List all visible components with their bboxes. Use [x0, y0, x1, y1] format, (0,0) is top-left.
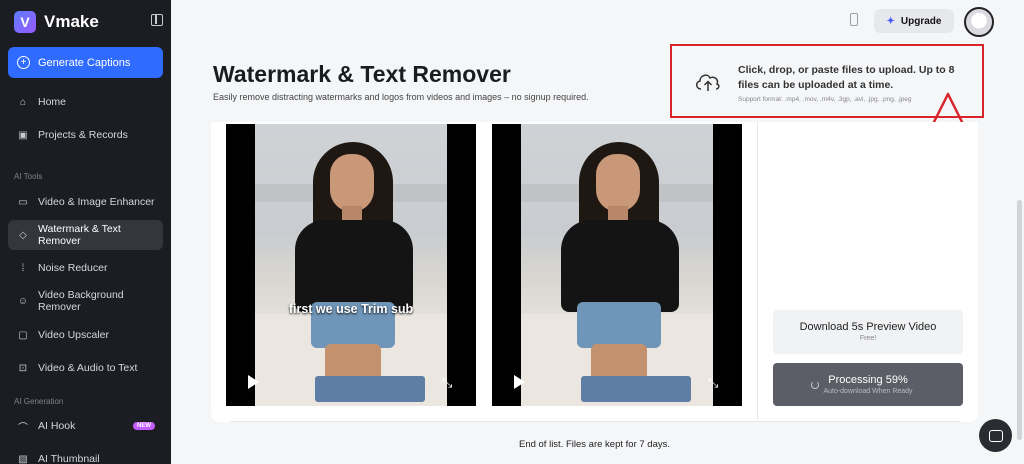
processing-label: Processing 59% — [828, 374, 908, 386]
footer-note: End of list. Files are kept for 7 days. — [518, 439, 670, 450]
card-divider — [757, 122, 758, 420]
video-frame — [521, 124, 713, 406]
generate-captions-button[interactable]: + Generate Captions — [8, 47, 163, 78]
upgrade-button[interactable]: ✦ Upgrade — [874, 9, 954, 33]
scrollbar[interactable] — [1017, 200, 1022, 440]
sidebar-item-noise-reducer[interactable]: ⁞ Noise Reducer — [8, 253, 163, 283]
cloud-upload-icon — [696, 74, 720, 91]
footer-divider — [230, 421, 960, 422]
sidebar-item-label: Watermark & Text Remover — [38, 223, 121, 247]
hd-icon: ▭ — [18, 196, 28, 208]
processing-sub: Auto-download When Ready — [823, 388, 913, 395]
sidebar-item-label: Video Upscaler — [38, 329, 110, 341]
generate-captions-label: Generate Captions — [38, 56, 131, 69]
chat-icon — [988, 429, 1003, 442]
fullscreen-icon[interactable]: ⤡ — [708, 376, 722, 390]
play-icon[interactable] — [514, 375, 525, 389]
download-preview-button[interactable]: Download 5s Preview Video Free! — [773, 310, 963, 354]
vmake-logo-icon: V — [14, 11, 36, 33]
page-subtitle: Easily remove distracting watermarks and… — [213, 92, 589, 102]
sidebar-item-upscaler[interactable]: ▢ Video Upscaler — [8, 320, 163, 350]
sidebar-item-label: Video & Image Enhancer — [38, 196, 155, 208]
sidebar-item-label: Home — [38, 96, 67, 108]
sidebar-item-label: Projects & Records — [38, 129, 128, 141]
video-caption-text: first we use Trim sub — [288, 302, 414, 316]
upgrade-label: Upgrade — [900, 15, 942, 27]
thumbnail-icon: ▧ — [18, 453, 28, 464]
upload-instructions: Click, drop, or paste files to upload. U… — [738, 64, 955, 91]
sidebar-toggle-icon[interactable] — [151, 14, 163, 26]
original-video[interactable]: first we use Trim sub ⤡ — [226, 124, 476, 406]
page-title: Watermark & Text Remover — [213, 61, 511, 87]
folder-icon: ▣ — [18, 129, 28, 141]
sidebar-item-label: AI Hook — [38, 420, 76, 432]
home-icon: ⌂ — [19, 96, 27, 108]
mobile-icon[interactable] — [850, 13, 858, 26]
fullscreen-icon[interactable]: ⤡ — [442, 376, 456, 390]
transcribe-icon: ⊡ — [18, 362, 28, 374]
avatar[interactable] — [964, 7, 994, 37]
chat-support-button[interactable] — [979, 419, 1012, 452]
sidebar-item-label: Video Background Remover — [38, 289, 124, 313]
diamond-icon: ✦ — [886, 15, 895, 27]
processed-video[interactable]: ⤡ — [492, 124, 742, 406]
section-label-ai-generation: AI Generation — [14, 397, 64, 406]
download-preview-sub: Free! — [859, 335, 877, 342]
download-preview-label: Download 5s Preview Video — [799, 321, 937, 333]
sidebar-item-label: Video & Audio to Text — [38, 362, 138, 374]
sidebar-item-ai-hook[interactable]: ⌒ AI Hook NEW — [8, 411, 163, 441]
sidebar-item-watermark-remover[interactable]: ◇ Watermark & Text Remover — [8, 220, 163, 250]
play-icon[interactable] — [248, 375, 259, 389]
section-label-ai-tools: AI Tools — [14, 172, 43, 181]
supported-formats: Support format: .mp4, .mov, .m4v, .3gp, … — [738, 96, 912, 103]
video-frame — [255, 124, 447, 406]
new-badge: NEW — [133, 422, 155, 430]
sidebar-item-background-remover[interactable]: ☺ Video Background Remover — [8, 286, 163, 316]
app-name: Vmake — [44, 12, 99, 31]
plus-circle-icon: + — [17, 56, 30, 69]
waveform-icon: ⁞ — [21, 262, 25, 274]
sidebar-item-label: Noise Reducer — [38, 262, 108, 274]
sidebar-item-audio-to-text[interactable]: ⊡ Video & Audio to Text — [8, 353, 163, 383]
brand[interactable]: V Vmake — [14, 10, 99, 34]
sidebar-item-home[interactable]: ⌂ Home — [8, 87, 163, 117]
processing-button[interactable]: Processing 59% Auto-download When Ready — [773, 363, 963, 406]
sidebar-item-projects[interactable]: ▣ Projects & Records — [8, 120, 163, 150]
hook-icon: ⌒ — [18, 422, 28, 434]
sidebar-item-enhancer[interactable]: ▭ Video & Image Enhancer — [8, 187, 163, 217]
person-icon: ☺ — [17, 295, 29, 307]
sidebar: V Vmake + Generate Captions ⌂ Home ▣ Pro… — [0, 0, 171, 464]
4k-icon: ▢ — [18, 329, 28, 341]
spinner-icon — [811, 381, 819, 389]
eraser-icon: ◇ — [19, 229, 27, 241]
sidebar-item-ai-thumbnail[interactable]: ▧ AI Thumbnail — [8, 444, 163, 464]
sidebar-item-label: AI Thumbnail — [38, 453, 100, 464]
